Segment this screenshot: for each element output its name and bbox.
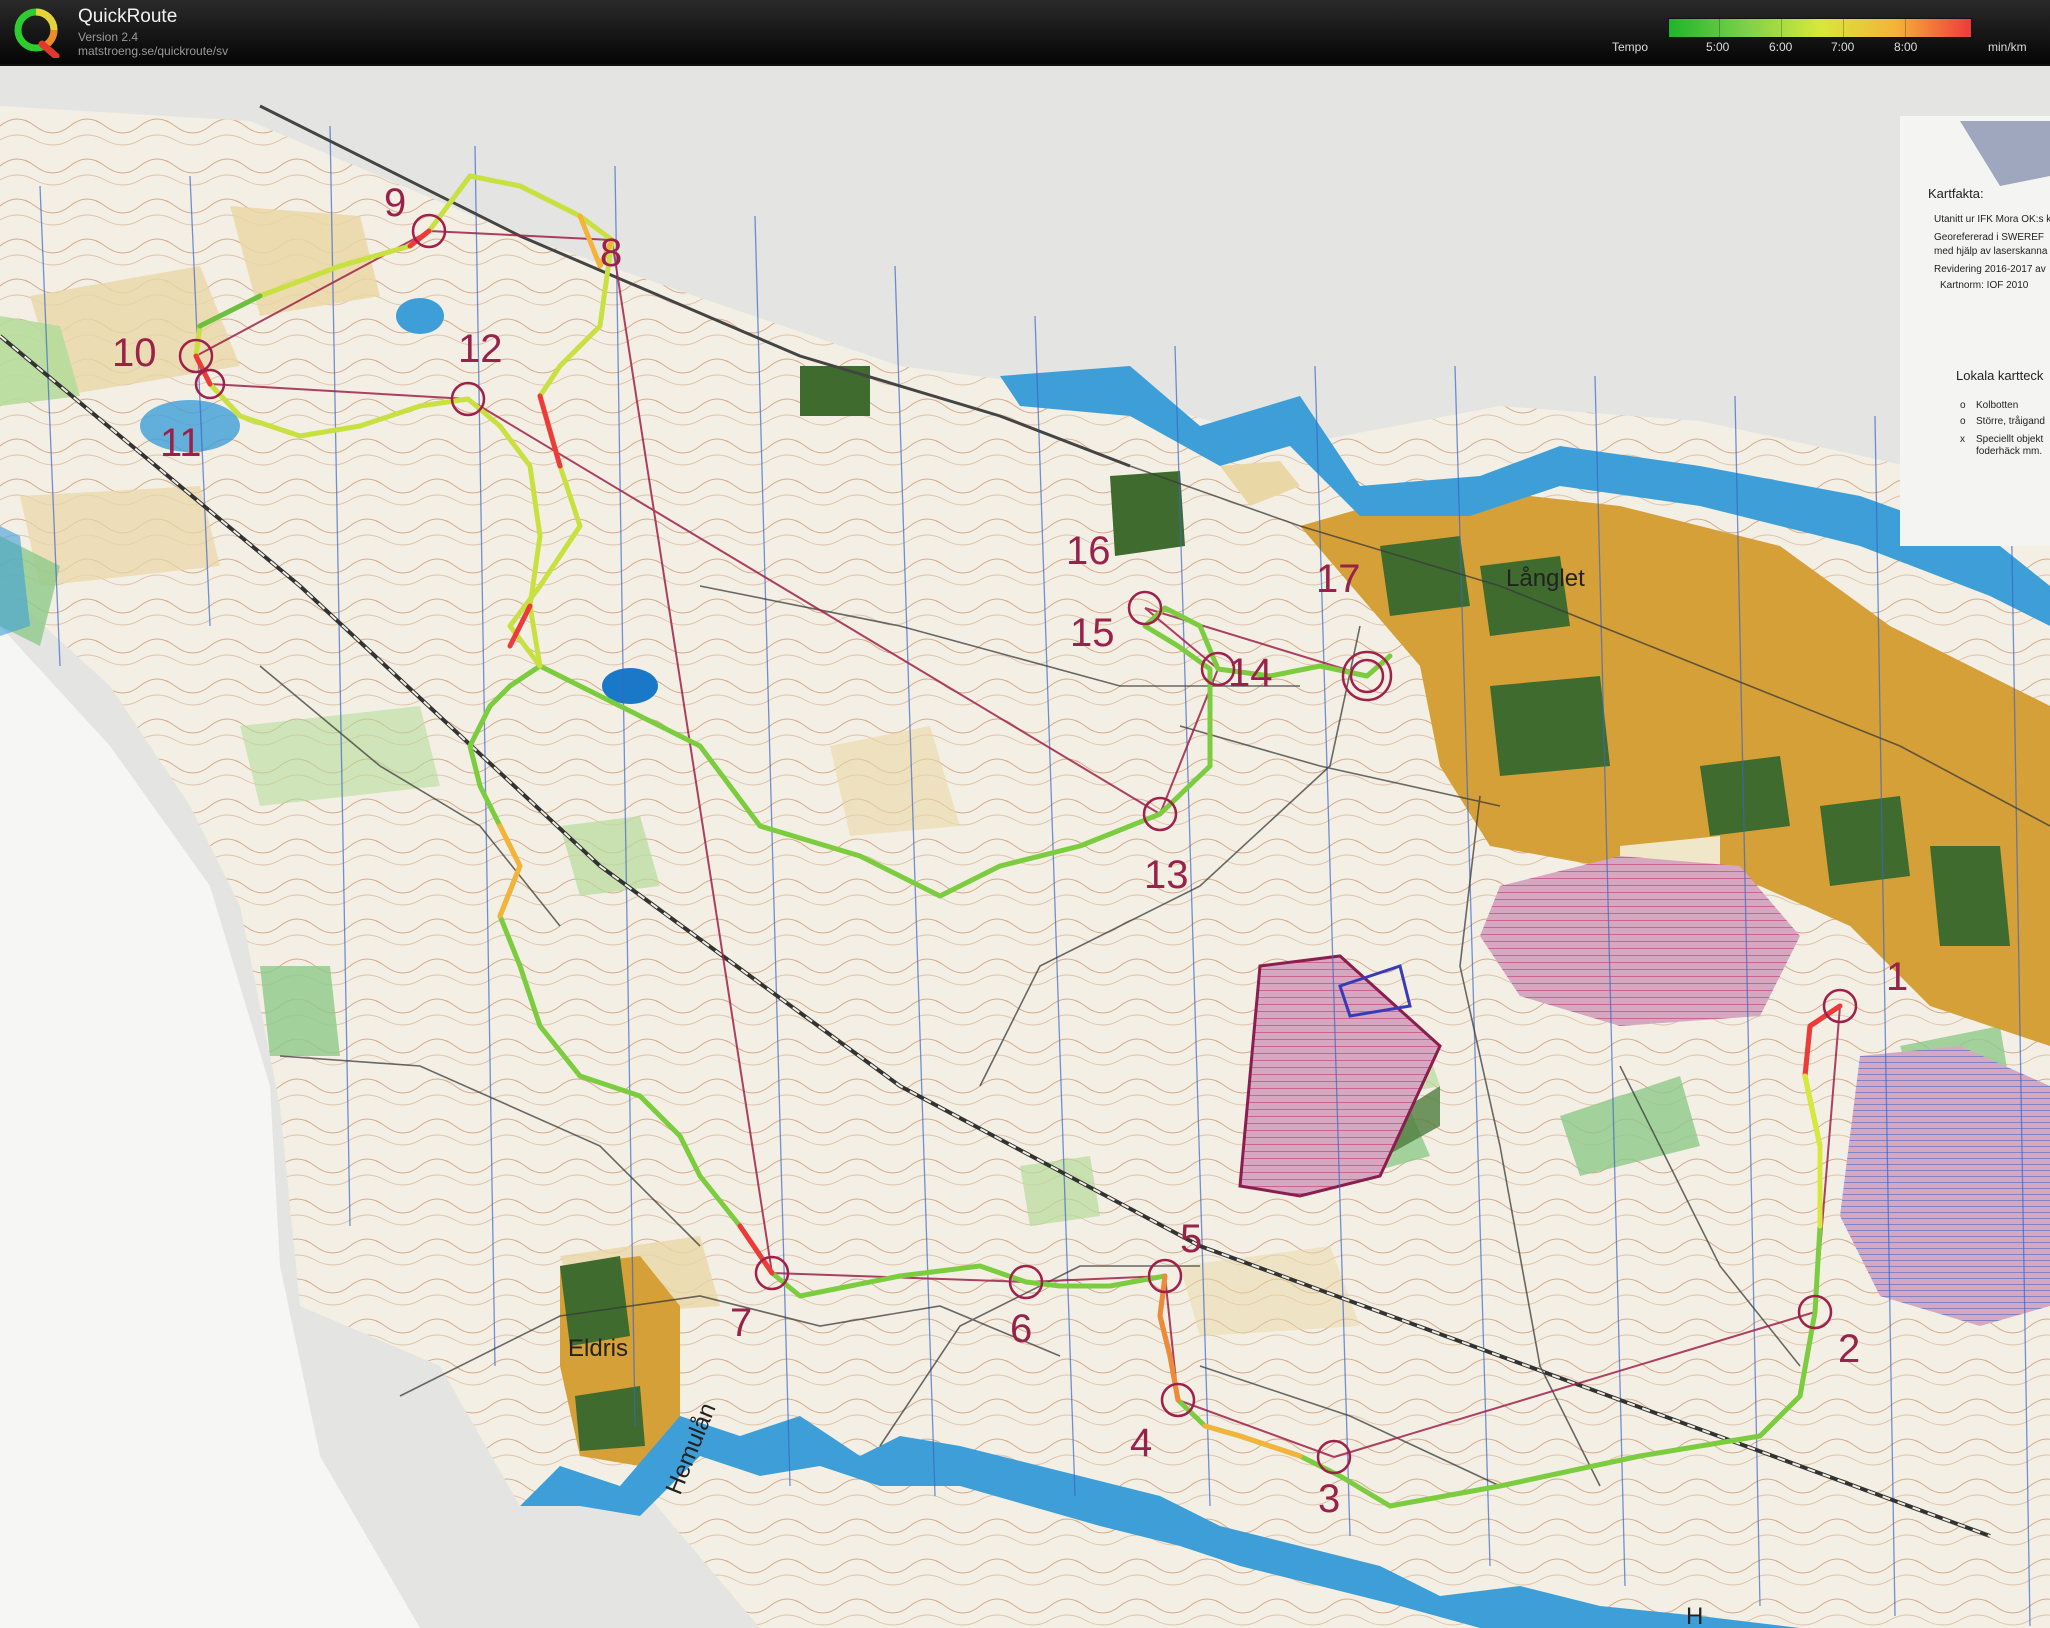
local-symbols-title: Lokala kartteck	[1956, 368, 2044, 383]
control-number: 11	[160, 421, 202, 465]
pace-unit-label: min/km	[1988, 40, 2027, 54]
map-facts-line: med hjälp av laserskanna	[1934, 246, 2048, 257]
app-version: Version 2.4	[78, 30, 139, 44]
local-symbol-marker: x	[1960, 434, 1965, 445]
map-facts-line: Revidering 2016-2017 av	[1934, 264, 2046, 275]
local-symbol-item: Större, tråigand	[1976, 415, 2045, 427]
map-facts-line: Kartnorm: IOF 2010	[1940, 280, 2029, 291]
local-symbol-item: Speciellt objekt	[1976, 434, 2043, 445]
place-name-eldris: Eldris	[568, 1335, 628, 1362]
local-symbol-marker: o	[1960, 400, 1966, 411]
map-viewport[interactable]: 1 2 3 4 5 6 7 8 9 10 11 12 13 14 15 16 1…	[0, 66, 2050, 1628]
control-number: 9	[384, 181, 406, 225]
control-number: 2	[1838, 1327, 1860, 1371]
control-number: 14	[1228, 651, 1273, 695]
control-number: 7	[730, 1301, 752, 1345]
quickroute-logo	[14, 8, 60, 58]
control-number: 13	[1144, 853, 1189, 897]
control-number: 1	[1886, 955, 1908, 999]
pace-tick-label: 7:00	[1831, 40, 1855, 54]
control-number: 10	[112, 331, 157, 375]
control-number: 3	[1318, 1477, 1340, 1521]
map-facts-title: Kartfakta:	[1928, 186, 1984, 201]
control-number: 17	[1316, 557, 1361, 601]
map-info-panel: Kartfakta: Utanitt ur IFK Mora OK:s k Ge…	[1900, 116, 2050, 546]
app-header: QuickRoute Version 2.4 matstroeng.se/qui…	[0, 0, 2050, 66]
control-number: 12	[458, 327, 503, 371]
control-number: 8	[600, 231, 622, 275]
place-name-clipped: H	[1686, 1603, 1703, 1628]
pace-tick-label: 8:00	[1894, 40, 1918, 54]
quickroute-viewer: QuickRoute Version 2.4 matstroeng.se/qui…	[0, 0, 2050, 1628]
app-url[interactable]: matstroeng.se/quickroute/sv	[78, 44, 228, 58]
control-number: 15	[1070, 611, 1115, 655]
control-number: 16	[1066, 529, 1111, 573]
map-facts-line: Utanitt ur IFK Mora OK:s k	[1934, 214, 2050, 225]
place-name-langlet: Långlet	[1506, 565, 1585, 592]
local-symbol-marker: o	[1960, 416, 1966, 427]
orienteering-map[interactable]: 1 2 3 4 5 6 7 8 9 10 11 12 13 14 15 16 1…	[0, 66, 2050, 1628]
pace-tick-label: 6:00	[1769, 40, 1793, 54]
control-number: 4	[1130, 1421, 1152, 1465]
control-number: 5	[1180, 1217, 1202, 1261]
pace-color-scale	[1668, 18, 1972, 38]
control-number: 6	[1010, 1307, 1032, 1351]
local-symbol-item: Kolbotten	[1976, 400, 2018, 411]
pace-tick-label: 5:00	[1706, 40, 1730, 54]
local-symbol-item: foderhäck mm.	[1976, 446, 2042, 457]
app-title: QuickRoute	[78, 6, 178, 27]
map-facts-line: Georefererad i SWEREF	[1934, 232, 2044, 243]
pace-legend-label: Tempo	[1612, 40, 1649, 54]
